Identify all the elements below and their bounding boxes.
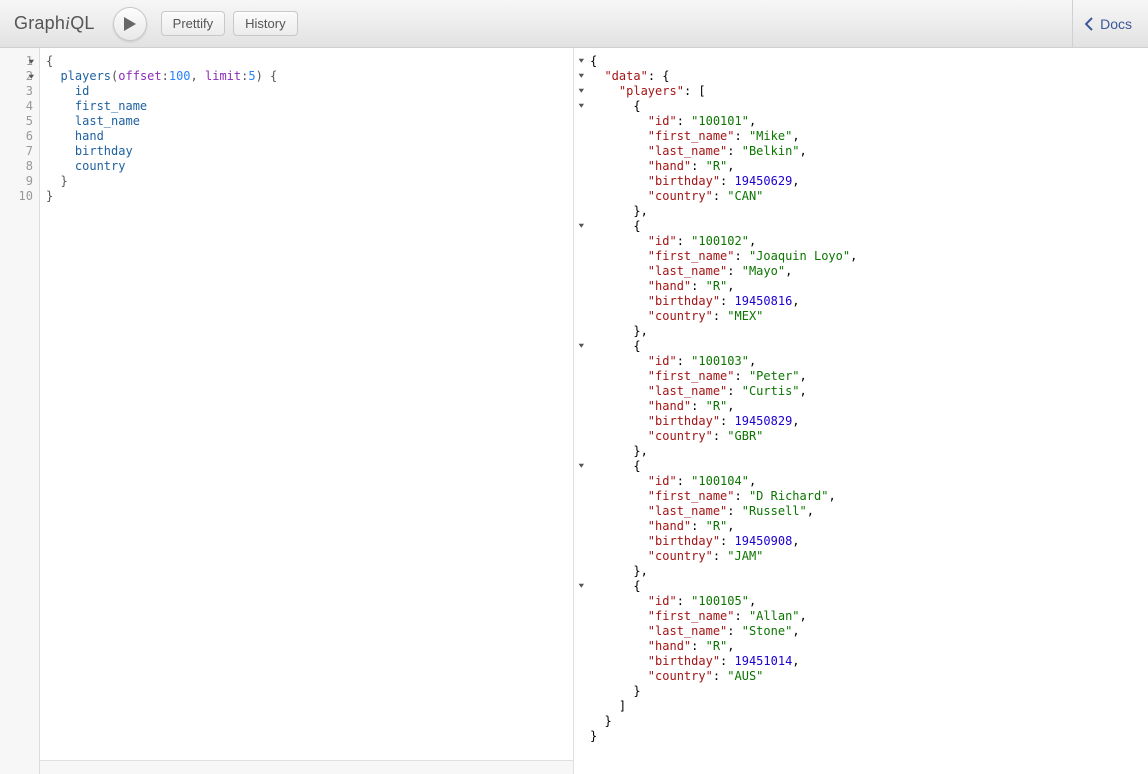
docs-button[interactable]: Docs (1072, 0, 1148, 47)
docs-label: Docs (1100, 16, 1132, 32)
result-fold-gutter: ▼▼▼▼▼▼▼▼ (574, 48, 586, 774)
logo-suffix: QL (70, 13, 94, 33)
query-editor[interactable]: { players(offset:100, limit:5) { id firs… (40, 48, 573, 774)
editor-split: 1▼2▼345678910 { players(offset:100, limi… (0, 48, 1148, 774)
result-pane: ▼▼▼▼▼▼▼▼ { "data": { "players": [ { "id"… (574, 48, 1148, 774)
chevron-left-icon (1085, 17, 1094, 31)
execute-button[interactable] (113, 7, 147, 41)
result-viewer: { "data": { "players": [ { "id": "100101… (586, 48, 1148, 774)
query-line-gutter: 1▼2▼345678910 (0, 48, 40, 774)
app-logo: GraphiQL (14, 13, 95, 34)
prettify-button[interactable]: Prettify (161, 11, 225, 36)
history-button[interactable]: History (233, 11, 297, 36)
toolbar: GraphiQL Prettify History Docs (0, 0, 1148, 48)
query-pane: 1▼2▼345678910 { players(offset:100, limi… (0, 48, 574, 774)
play-icon (124, 17, 136, 31)
logo-prefix: Graph (14, 13, 65, 33)
variables-panel[interactable] (40, 760, 573, 774)
